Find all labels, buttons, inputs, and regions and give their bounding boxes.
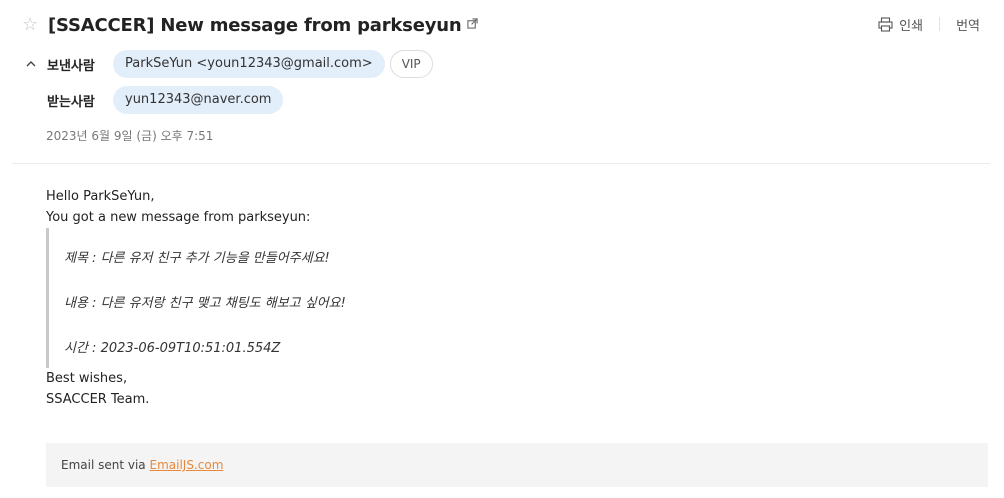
recipient-label: 받는사람 [47,94,95,110]
print-label: 인쇄 [899,18,924,34]
greeting: Hello ParkSeYun, [46,189,155,204]
sent-date: 2023년 6월 9일 (금) 오후 7:51 [46,129,214,143]
intro-text: You got a new message from parkseyun: [46,210,311,225]
quote-time: 시간 : 2023-06-09T10:51:01.554Z [64,341,281,356]
quote-title: 제목 : 다른 유저 친구 추가 기능을 만들어주세요! [64,251,330,266]
email-body: Hello ParkSeYun, You got a new message f… [46,186,988,410]
subject-row: ☆ [SSACCER] New message from parkseyun [22,12,479,38]
email-view: ☆ [SSACCER] New message from parkseyun 인… [0,0,1004,498]
quote-content: 내용 : 다른 유저랑 친구 맺고 채팅도 해보고 싶어요! [64,296,346,311]
chevron-up-icon[interactable] [24,57,38,71]
closing: Best wishes, [46,371,128,386]
print-button[interactable]: 인쇄 [878,15,923,34]
header-divider [12,163,990,164]
translate-button[interactable]: 번역 [956,15,980,34]
action-divider [939,17,941,31]
email-footer: Email sent via EmailJS.com [46,443,988,487]
star-icon[interactable]: ☆ [22,16,40,34]
print-icon [878,16,893,32]
emailjs-link[interactable]: EmailJS.com [149,458,223,472]
sender-label: 보낸사람 [47,58,95,74]
footer-prefix: Email sent via [61,458,150,472]
recipient-row: 받는사람 yun12343@naver.com [47,86,284,114]
translate-label: 번역 [956,18,980,34]
sender-row: 보낸사람 ParkSeYun <youn12343@gmail.com> VIP [24,50,433,78]
vip-button[interactable]: VIP [389,50,433,78]
email-subject: [SSACCER] New message from parkseyun [48,14,462,36]
recipient-address[interactable]: yun12343@naver.com [113,86,284,114]
top-actions: 인쇄 번역 [878,12,980,36]
signature: SSACCER Team. [46,392,150,407]
external-link-icon[interactable] [467,17,479,29]
sender-address[interactable]: ParkSeYun <youn12343@gmail.com> [113,50,385,78]
message-quote: 제목 : 다른 유저 친구 추가 기능을 만들어주세요! 내용 : 다른 유저랑… [46,228,988,368]
